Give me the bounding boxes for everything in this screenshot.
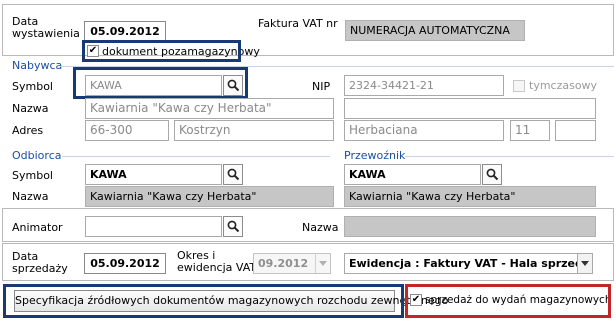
period-dropdown-arrow[interactable] [315, 254, 330, 273]
carrier-symbol-field[interactable]: KAWA [344, 164, 481, 185]
temporary-label: tymczasowy [529, 79, 598, 92]
buyer-postal-code-field[interactable]: 66-300 [85, 120, 169, 141]
dropdown-arrow-icon [581, 261, 589, 266]
vat-register-dropdown-arrow[interactable] [577, 254, 592, 273]
magnifier-icon [227, 220, 239, 233]
recipient-section-divider [62, 156, 330, 157]
sale-date-field[interactable]: 05.09.2012 [84, 253, 166, 274]
recipient-name-field: Kawiarnia "Kawa czy Herbata" [85, 186, 334, 207]
carrier-section-title: Przewoźnik [344, 149, 406, 162]
invoice-number-label: Faktura VAT nr [258, 17, 338, 30]
temporary-checkbox[interactable] [513, 80, 525, 92]
buyer-city-field[interactable]: Kostrzyn [174, 120, 334, 141]
magnifier-icon [486, 168, 498, 181]
animator-name-field [344, 216, 596, 237]
recipient-symbol-label: Symbol [12, 169, 53, 182]
buyer-section-title: Nabywca [12, 59, 63, 72]
animator-field[interactable] [85, 216, 222, 237]
period-label: Okres i ewidencja VAT [177, 249, 257, 274]
buyer-name-field[interactable]: Kawiarnia "Kawa czy Herbata" [85, 98, 334, 119]
buyer-house-number-field[interactable]: 11 [510, 120, 550, 141]
buyer-name-field-2[interactable] [344, 98, 596, 119]
recipient-symbol-field[interactable]: KAWA [85, 164, 222, 185]
carrier-symbol-search-button[interactable] [482, 164, 502, 185]
dropdown-arrow-icon [319, 261, 327, 266]
magnifier-icon [227, 168, 239, 181]
issue-date-label: Data wystawienia [12, 15, 80, 40]
carrier-section-divider [405, 156, 614, 157]
buyer-symbol-highlight [73, 67, 248, 99]
buyer-address-label: Adres [12, 124, 44, 137]
recipient-name-label: Nazwa [12, 190, 49, 203]
recipient-symbol-search-button[interactable] [223, 164, 243, 185]
invoice-number-field: NUMERACJA AUTOMATYCZNA [345, 20, 525, 41]
recipient-section-title: Odbiorca [12, 149, 62, 162]
spec-button-highlight [3, 284, 404, 318]
invoice-form: Data wystawienia 05.09.2012 Faktura VAT … [0, 0, 616, 323]
issue-date-field[interactable]: 05.09.2012 [84, 21, 166, 42]
animator-label: Animator [12, 221, 63, 234]
buyer-street-field[interactable]: Herbaciana [344, 120, 504, 141]
sale-date-label: Data sprzedaży [12, 250, 68, 275]
buyer-flat-number-field[interactable] [555, 120, 596, 141]
carrier-name-field: Kawiarnia "Kawa czy Herbata" [344, 186, 596, 207]
buyer-symbol-label: Symbol [12, 80, 53, 93]
vat-register-dropdown[interactable]: Ewidencja : Faktury VAT - Hala sprzeda [344, 253, 593, 274]
sale-to-warehouse-highlight [405, 284, 611, 318]
buyer-nip-label: NIP [312, 80, 331, 93]
non-warehouse-highlight [82, 40, 241, 62]
buyer-nip-field[interactable]: 2324-34421-21 [344, 75, 504, 96]
animator-name-label: Nazwa [302, 221, 339, 234]
buyer-name-label: Nazwa [12, 102, 49, 115]
animator-search-button[interactable] [223, 216, 243, 237]
